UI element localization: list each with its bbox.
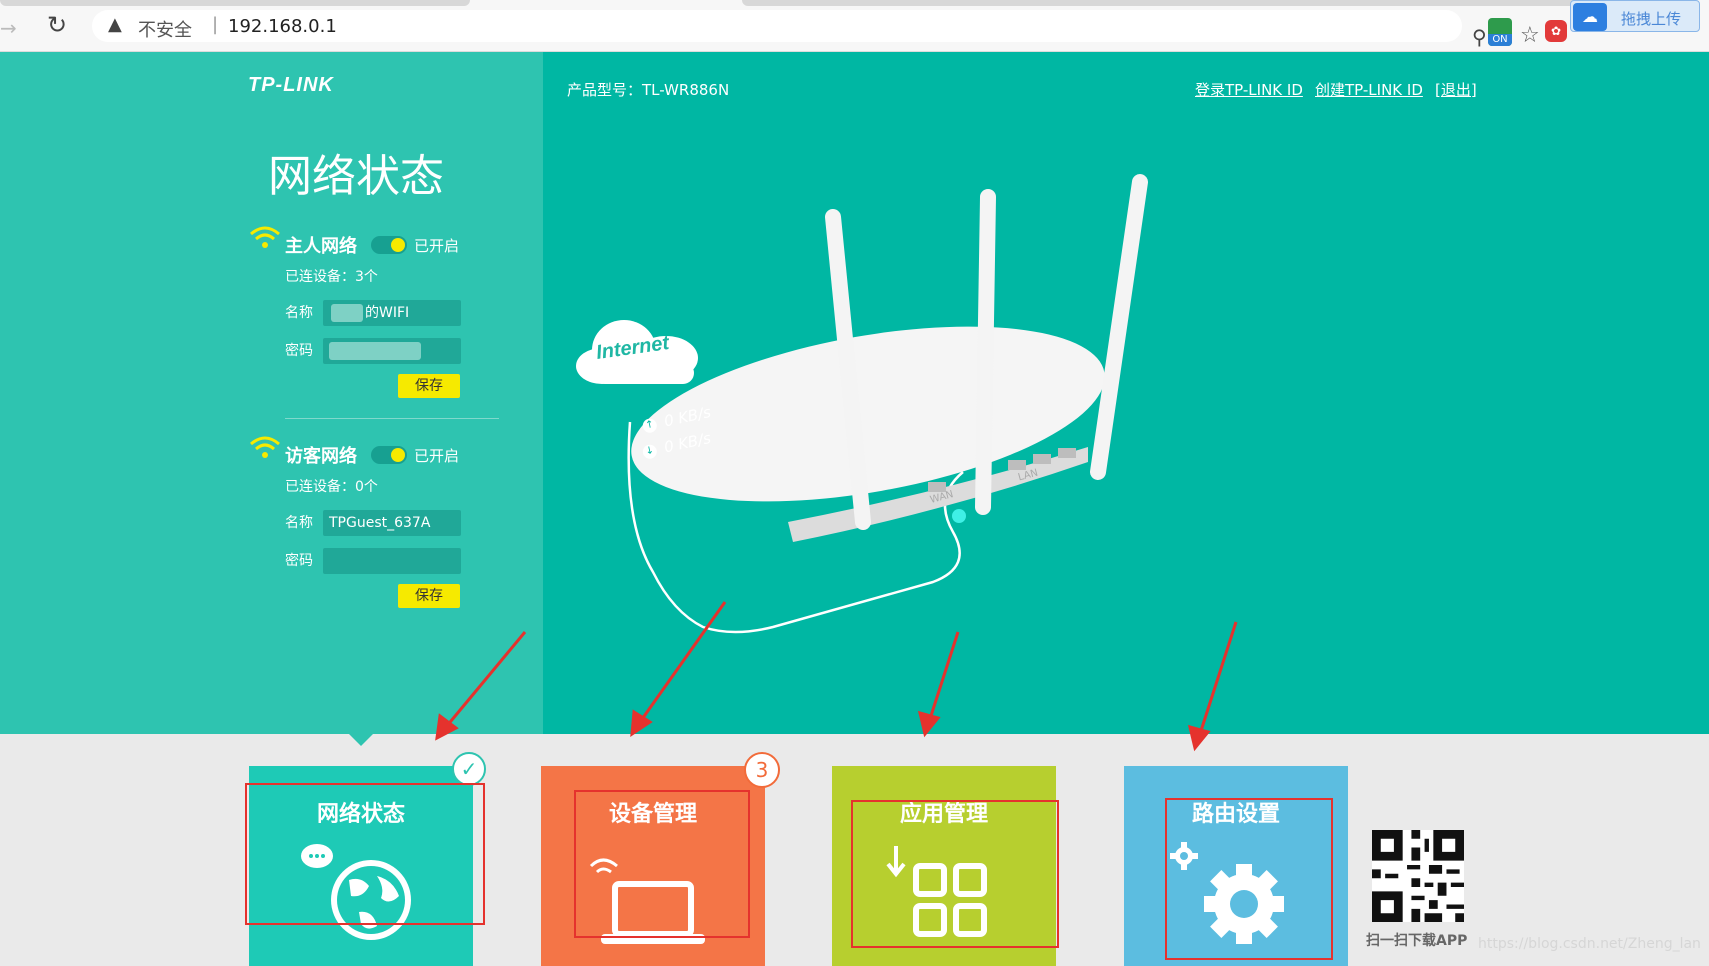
divider xyxy=(285,418,499,419)
guest-connected-devices: 已连设备：0个 xyxy=(285,479,378,495)
upload-label: 拖拽上传 xyxy=(1621,10,1682,28)
browser-toolbar: → ↻ ▲ 不安全 | 192.168.0.1 ⚲ ☆ ON ✿ ☁ 拖拽上传 xyxy=(0,0,1709,52)
guest-network-toggle[interactable] xyxy=(371,446,407,464)
page-title: 网络状态 xyxy=(268,151,444,202)
host-name-label: 名称 xyxy=(285,305,313,321)
download-arrow-icon: ↓ xyxy=(641,442,659,460)
host-name-input[interactable]: 的WIFI xyxy=(323,300,461,326)
cloud-icon: ☁ xyxy=(1573,3,1607,31)
selected-check-badge: ✓ xyxy=(452,752,486,786)
extension-red-icon[interactable]: ✿ xyxy=(1545,20,1567,42)
guest-network-toggle-text: 已开启 xyxy=(414,447,460,465)
active-tab-pointer xyxy=(349,734,373,746)
host-password-label: 密码 xyxy=(285,343,313,359)
device-count-badge: 3 xyxy=(744,752,780,788)
wifi-icon xyxy=(250,436,280,458)
qr-code-icon xyxy=(1372,830,1464,922)
host-password-input[interactable] xyxy=(323,338,461,364)
qr-caption: 扫一扫下载APP xyxy=(1366,933,1468,949)
annotation-box xyxy=(1165,798,1333,960)
warning-icon: ▲ xyxy=(108,14,122,35)
address-bar[interactable]: ▲ 不安全 | 192.168.0.1 ⚲ ☆ xyxy=(92,10,1540,49)
guest-password-input[interactable] xyxy=(323,548,461,574)
guest-network-title: 访客网络 xyxy=(285,446,357,467)
guest-save-button[interactable]: 保存 xyxy=(398,584,460,608)
url-separator: | xyxy=(212,14,219,35)
upload-widget[interactable]: ☁ 拖拽上传 xyxy=(1570,0,1700,32)
guest-name-input[interactable]: TPGuest_637A xyxy=(323,510,461,536)
guest-name-label: 名称 xyxy=(285,515,313,531)
url-text[interactable]: 192.168.0.1 xyxy=(228,16,337,37)
annotation-box xyxy=(245,783,485,925)
upload-arrow-icon: ↑ xyxy=(641,416,659,434)
host-network-title: 主人网络 xyxy=(285,236,357,257)
guest-password-label: 密码 xyxy=(285,553,313,569)
tab-strip xyxy=(742,0,1692,6)
host-network-toggle-text: 已开启 xyxy=(414,237,460,255)
host-connected-devices: 已连设备：3个 xyxy=(285,269,378,285)
annotation-box xyxy=(574,790,750,938)
host-save-button[interactable]: 保存 xyxy=(398,374,460,398)
key-icon[interactable]: ⚲ xyxy=(1472,25,1487,49)
redaction-blur xyxy=(329,342,421,360)
tp-link-logo: TP-LINK xyxy=(248,74,334,96)
reload-icon[interactable]: ↻ xyxy=(44,12,70,38)
host-name-value: 的WIFI xyxy=(365,305,410,321)
annotation-box xyxy=(851,800,1059,948)
router-illustration xyxy=(627,174,1148,634)
wifi-icon xyxy=(250,226,280,248)
tab-strip xyxy=(0,0,470,6)
extension-on-icon[interactable]: ON xyxy=(1488,18,1512,46)
watermark: https://blog.csdn.net/Zheng_lan xyxy=(1478,936,1701,952)
bookmark-star-icon[interactable]: ☆ xyxy=(1520,23,1540,48)
back-arrow-icon[interactable]: → xyxy=(0,16,17,40)
guest-name-value: TPGuest_637A xyxy=(329,515,431,531)
redaction-blur xyxy=(331,304,363,322)
host-network-toggle[interactable] xyxy=(371,236,407,254)
status-panel: TP-LINK 网络状态 主人网络 已开启 已连设备：3个 名称 的WIFI 密… xyxy=(0,52,543,734)
security-indicator[interactable]: 不安全 xyxy=(138,16,192,42)
extension-on-label: ON xyxy=(1488,34,1512,46)
